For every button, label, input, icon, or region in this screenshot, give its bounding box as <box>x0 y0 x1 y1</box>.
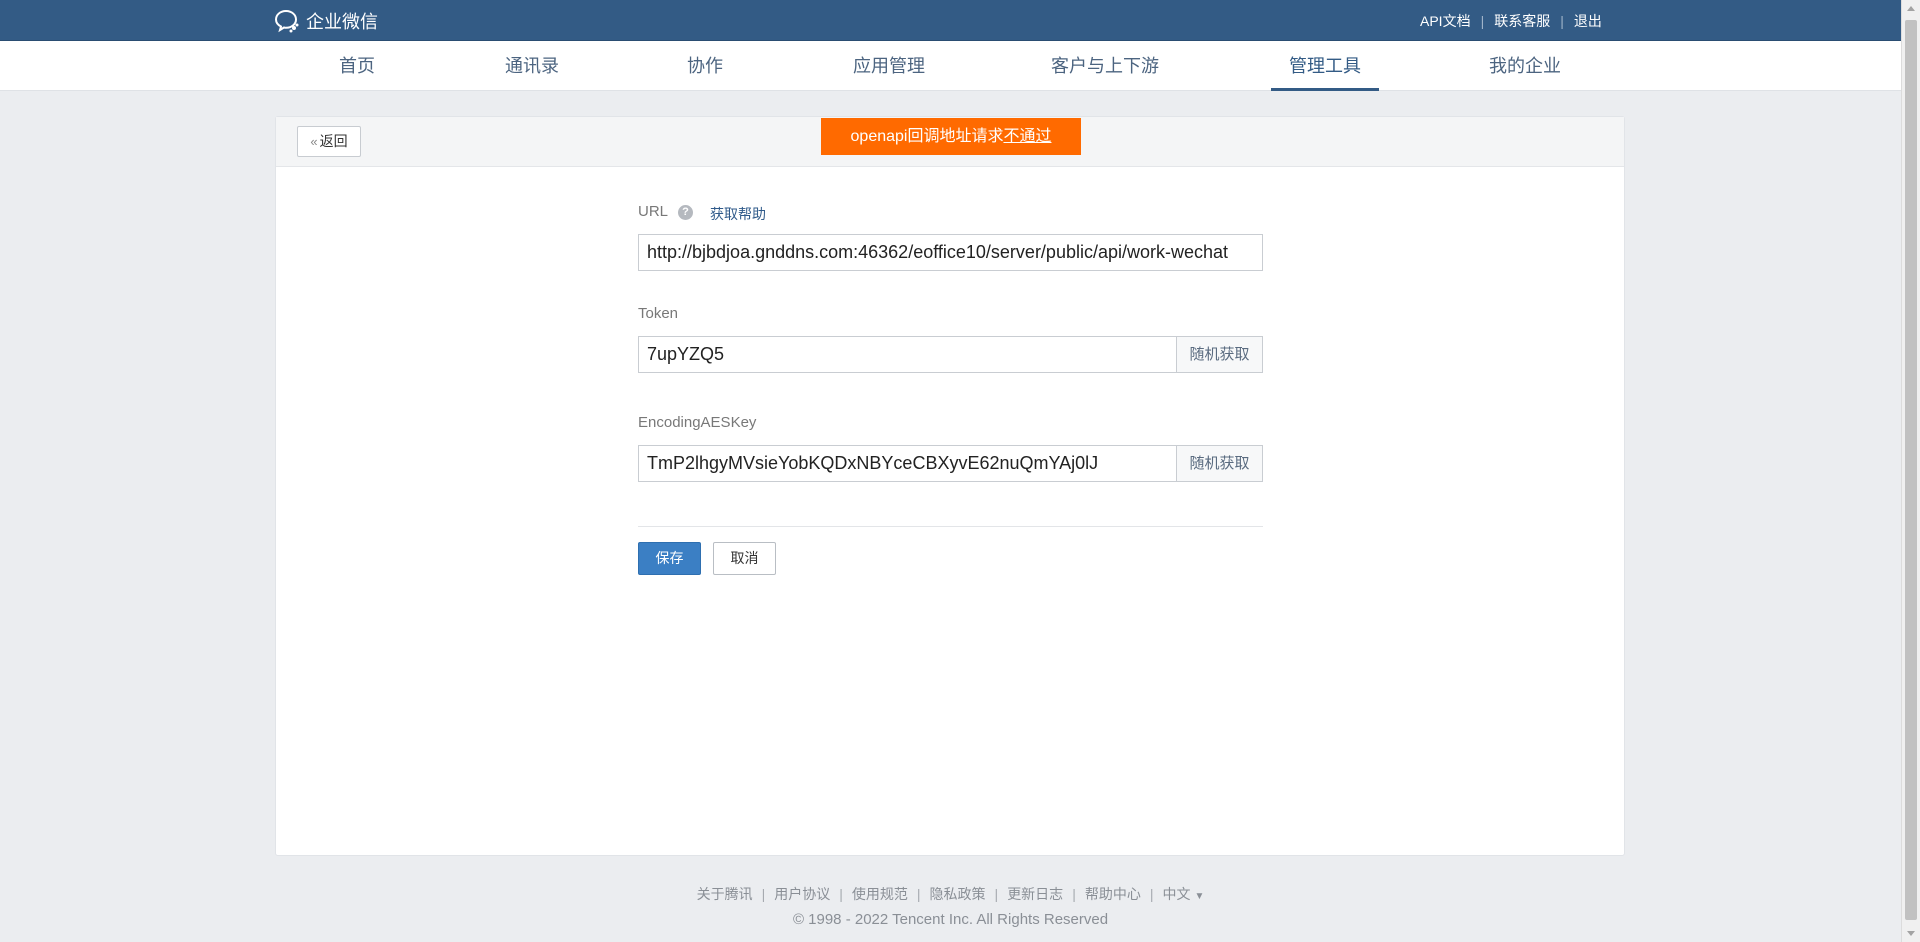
main-nav: 首页 通讯录 协作 应用管理 客户与上下游 管理工具 我的企业 <box>0 41 1901 91</box>
token-label: Token <box>638 305 679 322</box>
contact-support-link[interactable]: 联系客服 <box>1494 11 1550 31</box>
back-label: 返回 <box>319 133 348 149</box>
nav-management-tools[interactable]: 管理工具 <box>1271 41 1379 91</box>
aes-key-random-button[interactable]: 随机获取 <box>1177 445 1263 482</box>
language-selector[interactable]: 中文 ▼ <box>1162 886 1204 902</box>
error-toast: openapi回调地址请求不通过 <box>821 118 1081 155</box>
nav-collaboration[interactable]: 协作 <box>680 41 730 91</box>
url-label: URL <box>638 203 669 220</box>
scroll-down-icon[interactable] <box>1907 931 1915 936</box>
logout-link[interactable]: 退出 <box>1574 11 1602 31</box>
wecom-logo-icon <box>274 9 299 33</box>
scroll-up-icon[interactable] <box>1907 6 1915 11</box>
footer-link-rules[interactable]: 使用规范 <box>852 886 908 902</box>
aes-key-input[interactable]: TmP2lhgyMVsieYobKQDxNBYceCBXyvE62nuQmYAj… <box>638 445 1177 482</box>
language-label: 中文 <box>1162 886 1191 902</box>
back-button[interactable]: «返回 <box>297 126 361 157</box>
alert-prefix: openapi回调地址请求 <box>850 128 1004 145</box>
alert-suffix: 不通过 <box>1003 128 1052 145</box>
question-icon[interactable]: ? <box>678 205 693 220</box>
nav-my-enterprise[interactable]: 我的企业 <box>1480 41 1570 91</box>
footer-link-about[interactable]: 关于腾讯 <box>697 886 753 902</box>
save-button[interactable]: 保存 <box>638 542 701 575</box>
footer-link-privacy[interactable]: 隐私政策 <box>930 886 986 902</box>
nav-customers[interactable]: 客户与上下游 <box>1050 41 1160 91</box>
separator: | <box>1560 13 1564 29</box>
nav-app-management[interactable]: 应用管理 <box>847 41 931 91</box>
token-input[interactable]: 7upYZQ5 <box>638 336 1177 373</box>
top-links: API文档 | 联系客服 | 退出 <box>1420 11 1901 31</box>
api-docs-link[interactable]: API文档 <box>1420 11 1471 31</box>
cancel-button[interactable]: 取消 <box>713 542 776 575</box>
footer-link-agreement[interactable]: 用户协议 <box>774 886 830 902</box>
nav-contacts[interactable]: 通讯录 <box>499 41 565 91</box>
url-input[interactable]: http://bjbdjoa.gnddns.com:46362/eoffice1… <box>638 234 1263 271</box>
page-scrollbar[interactable] <box>1901 0 1920 942</box>
card-header: «返回 openapi回调地址请求不通过 <box>276 117 1624 167</box>
config-card: «返回 openapi回调地址请求不通过 URL ? 获取帮助 http://b… <box>275 116 1625 856</box>
form-divider <box>638 526 1263 527</box>
get-help-link[interactable]: 获取帮助 <box>710 204 766 224</box>
footer-link-changelog[interactable]: 更新日志 <box>1007 886 1063 902</box>
copyright: © 1998 - 2022 Tencent Inc. All Rights Re… <box>792 911 1109 928</box>
caret-down-icon: ▼ <box>1194 891 1205 902</box>
aes-key-label: EncodingAESKey <box>638 414 757 431</box>
nav-home[interactable]: 首页 <box>327 41 387 91</box>
top-bar: 企业微信 API文档 | 联系客服 | 退出 <box>0 0 1901 41</box>
double-chevron-left-icon: « <box>310 134 318 149</box>
footer-link-help[interactable]: 帮助中心 <box>1085 886 1141 902</box>
logo-text: 企业微信 <box>306 12 378 32</box>
logo[interactable]: 企业微信 <box>274 8 378 34</box>
footer-links: 关于腾讯 | 用户协议 | 使用规范 | 隐私政策 | 更新日志 | 帮助中心 | 中文 ▼ <box>696 886 1205 902</box>
scrollbar-thumb[interactable] <box>1905 20 1917 920</box>
token-random-button[interactable]: 随机获取 <box>1177 336 1263 373</box>
separator: | <box>1480 13 1485 29</box>
